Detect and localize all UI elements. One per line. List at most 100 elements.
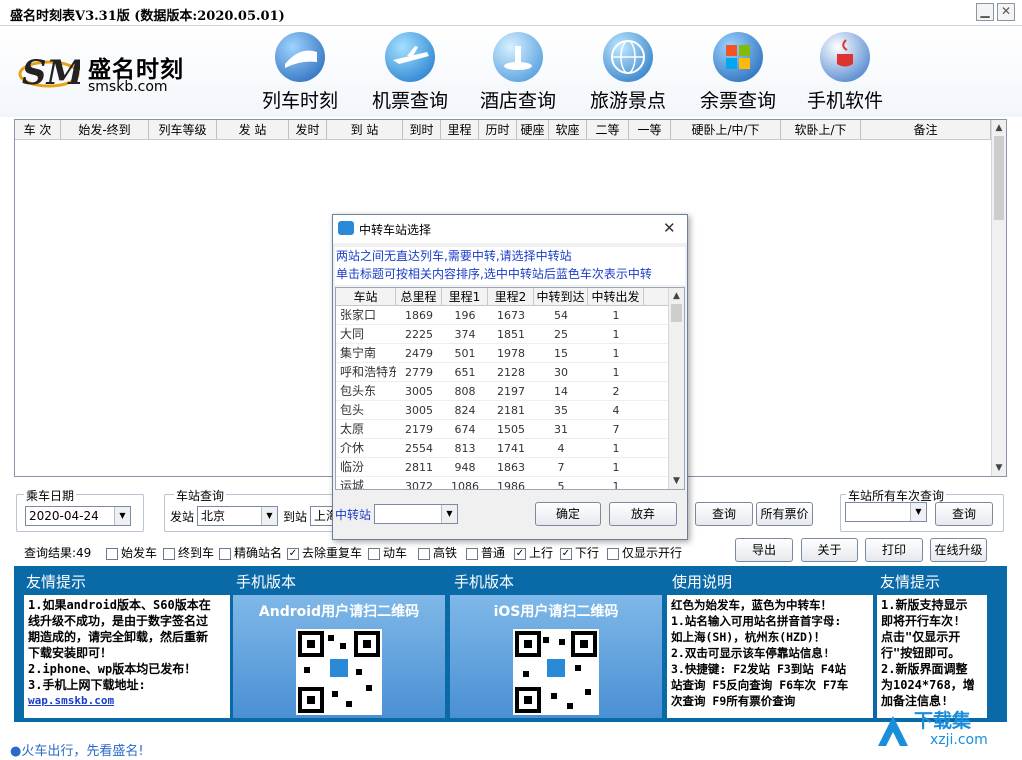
all-prices-button[interactable]: 所有票价 xyxy=(756,502,813,526)
nav-hotel-query[interactable]: 酒店查询 xyxy=(468,32,568,114)
column-header[interactable]: 车站 xyxy=(336,288,396,305)
chevron-down-icon[interactable]: ▼ xyxy=(441,505,457,523)
upgrade-button[interactable]: 在线升级 xyxy=(930,538,987,562)
column-header[interactable]: 软座 xyxy=(549,120,587,139)
filter-only-running[interactable]: 仅显示开行 xyxy=(607,544,682,561)
table-row[interactable]: 包头东 3005 808 2197 14 2 xyxy=(336,382,684,401)
column-header[interactable]: 发时 xyxy=(289,120,327,139)
scroll-down-icon[interactable]: ▼ xyxy=(992,460,1006,476)
query-button[interactable]: 查询 xyxy=(695,502,753,526)
column-header[interactable]: 始发-终到 xyxy=(61,120,149,139)
filter-origin-train[interactable]: 始发车 xyxy=(106,544,157,561)
ok-button[interactable]: 确定 xyxy=(535,502,601,526)
column-header[interactable]: 里程 xyxy=(441,120,479,139)
column-header[interactable]: 到时 xyxy=(403,120,441,139)
export-button[interactable]: 导出 xyxy=(735,538,793,562)
table-row[interactable]: 集宁南 2479 501 1978 15 1 xyxy=(336,344,684,363)
scroll-down-icon[interactable]: ▼ xyxy=(669,473,684,489)
checkbox[interactable] xyxy=(607,547,619,560)
filter-down-direction[interactable]: ✓ 下行 xyxy=(560,544,599,561)
column-header[interactable]: 车 次 xyxy=(15,120,61,139)
table-row[interactable]: 临汾 2811 948 1863 7 1 xyxy=(336,458,684,477)
airplane-icon xyxy=(385,32,435,82)
date-picker[interactable]: 2020-04-24 ▼ xyxy=(25,506,131,526)
close-icon[interactable]: ✕ xyxy=(663,219,676,237)
nav-train-schedule[interactable]: 列车时刻 xyxy=(250,32,350,114)
transfer-station-table[interactable]: 车站 总里程 里程1 里程2 中转到达 中转出发 张家口 1869 196 1673 5… xyxy=(335,287,685,490)
station-all-select[interactable]: ▼ xyxy=(845,502,927,522)
checkbox-checked[interactable]: ✓ xyxy=(514,547,526,560)
logo-mark: SM xyxy=(18,48,86,98)
filter-up-direction[interactable]: ✓ 上行 xyxy=(514,544,553,561)
nav-mobile-software[interactable]: 手机软件 xyxy=(795,32,895,114)
checkbox[interactable] xyxy=(106,547,118,560)
friendly-tips-text: 1.如果android版本、S60版本在 线升级不成功，是由于数字签名过 期造成… xyxy=(24,595,230,718)
column-header[interactable]: 总里程 xyxy=(396,288,442,305)
table-row[interactable]: 太原 2179 674 1505 31 7 xyxy=(336,420,684,439)
dialog-title-bar: 中转车站选择 ✕ xyxy=(333,215,687,243)
minimize-button[interactable]: ▁ xyxy=(976,3,994,21)
download-link[interactable]: wap.smskb.com xyxy=(28,693,226,709)
scroll-thumb[interactable] xyxy=(994,136,1004,220)
from-station-select[interactable]: 北京 ▼ xyxy=(197,506,278,526)
scroll-up-icon[interactable]: ▲ xyxy=(669,288,684,304)
filter-terminal-train[interactable]: 终到车 xyxy=(163,544,214,561)
qr-code-icon xyxy=(296,629,382,715)
transfer-station-select[interactable]: ▼ xyxy=(374,504,458,524)
column-header[interactable]: 列车等级 xyxy=(149,120,217,139)
column-header[interactable]: 发 站 xyxy=(217,120,289,139)
mobile-version-title-ios: 手机版本 xyxy=(454,573,515,591)
column-header[interactable]: 硬座 xyxy=(517,120,549,139)
table-row[interactable]: 大同 2225 374 1851 25 1 xyxy=(336,325,684,344)
table-row[interactable]: 包头 3005 824 2181 35 4 xyxy=(336,401,684,420)
checkbox[interactable] xyxy=(163,547,175,560)
column-header[interactable]: 里程1 xyxy=(442,288,488,305)
scroll-thumb[interactable] xyxy=(671,304,682,322)
globe-icon xyxy=(603,32,653,82)
column-header[interactable]: 二等 xyxy=(587,120,629,139)
filter-high-speed[interactable]: 高铁 xyxy=(418,544,457,561)
cancel-button[interactable]: 放弃 xyxy=(609,502,677,526)
nav-ticket-query[interactable]: 余票查询 xyxy=(688,32,788,114)
checkbox[interactable] xyxy=(219,547,231,560)
table-row[interactable]: 呼和浩特东 2779 651 2128 30 1 xyxy=(336,363,684,382)
about-button[interactable]: 关于 xyxy=(801,538,858,562)
column-header[interactable]: 中转出发 xyxy=(588,288,644,305)
checkbox[interactable] xyxy=(466,547,478,560)
hotel-icon xyxy=(493,32,543,82)
chevron-down-icon[interactable]: ▼ xyxy=(114,507,130,525)
scroll-up-icon[interactable]: ▲ xyxy=(992,120,1006,136)
table-vertical-scrollbar[interactable]: ▲ ▼ xyxy=(668,288,684,489)
chevron-down-icon[interactable]: ▼ xyxy=(910,503,926,521)
table-header: 车站 总里程 里程1 里程2 中转到达 中转出发 xyxy=(336,288,684,306)
checkbox[interactable] xyxy=(368,547,380,560)
nav-flight-query[interactable]: 机票查询 xyxy=(360,32,460,114)
print-button[interactable]: 打印 xyxy=(865,538,923,562)
close-button[interactable]: ✕ xyxy=(997,3,1015,21)
station-query-button[interactable]: 查询 xyxy=(935,502,993,526)
column-header[interactable]: 历时 xyxy=(479,120,517,139)
checkbox-checked[interactable]: ✓ xyxy=(287,547,299,560)
column-header[interactable]: 备注 xyxy=(861,120,991,139)
grid-vertical-scrollbar[interactable]: ▲ ▼ xyxy=(991,120,1006,476)
to-station-select[interactable]: 上海 xyxy=(310,506,334,526)
checkbox[interactable] xyxy=(418,547,430,560)
footer-slogan: ●火车出行，先看盛名! xyxy=(10,744,144,759)
filter-emu[interactable]: 动车 xyxy=(368,544,407,561)
chevron-down-icon[interactable]: ▼ xyxy=(261,507,277,525)
filter-exact-station[interactable]: 精确站名 xyxy=(219,544,282,561)
column-header[interactable]: 一等 xyxy=(629,120,671,139)
filter-remove-duplicates[interactable]: ✓ 去除重复车 xyxy=(287,544,362,561)
column-header[interactable]: 到 站 xyxy=(327,120,403,139)
table-row[interactable]: 介休 2554 813 1741 4 1 xyxy=(336,439,684,458)
column-header[interactable]: 里程2 xyxy=(488,288,534,305)
nav-scenic-spots[interactable]: 旅游景点 xyxy=(578,32,678,114)
filter-normal[interactable]: 普通 xyxy=(466,544,505,561)
table-row[interactable]: 运城 3072 1086 1986 5 1 xyxy=(336,477,684,489)
column-header[interactable]: 中转到达 xyxy=(534,288,588,305)
checkbox-checked[interactable]: ✓ xyxy=(560,547,572,560)
table-row[interactable]: 张家口 1869 196 1673 54 1 xyxy=(336,306,684,325)
date-group-label: 乘车日期 xyxy=(24,487,77,504)
column-header[interactable]: 硬卧上/中/下 xyxy=(671,120,781,139)
column-header[interactable]: 软卧上/下 xyxy=(781,120,861,139)
